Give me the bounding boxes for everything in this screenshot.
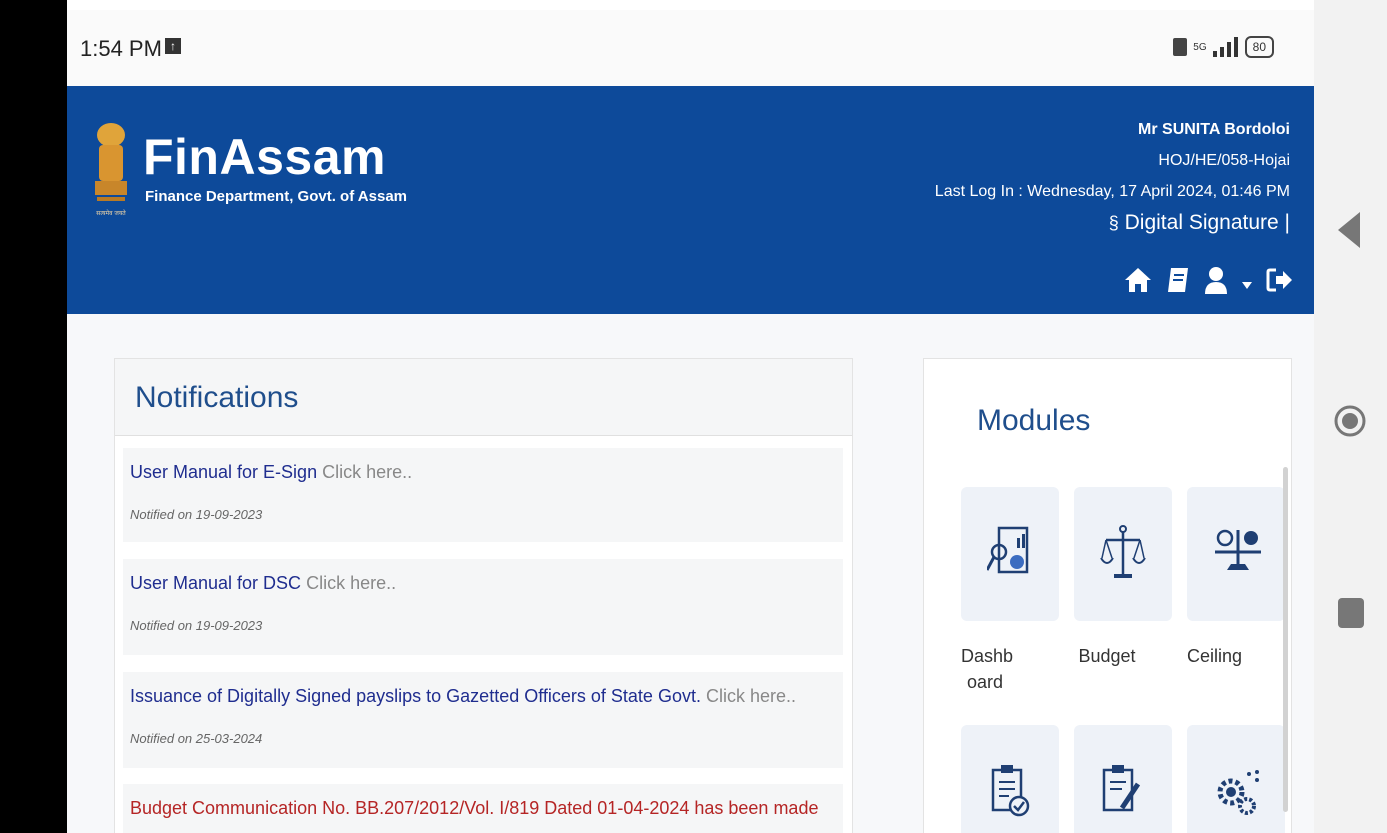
digital-signature-label: Digital Signature | [1124,211,1290,234]
status-time: 1:54 PM [80,36,162,61]
module-tile-budget[interactable] [1074,487,1172,621]
digital-signature-link[interactable]: § Digital Signature | [935,207,1290,239]
sim-icon [1173,38,1188,56]
notification-item: User Manual for DSC Click here.. Notifie… [123,559,843,655]
module-label-line: Dashb [961,646,1014,666]
module-label-line: Ceiling [1187,646,1243,666]
notification-text: User Manual for E-Sign Click here.. [130,462,412,483]
edit-document-icon [1102,765,1141,812]
notification-item: User Manual for E-Sign Click here.. Noti… [123,448,843,542]
notification-title[interactable]: Budget Communication No. BB.207/2012/Vol… [130,798,818,818]
notification-title: User Manual for DSC [130,573,302,593]
home-circle-icon[interactable] [1334,405,1366,437]
status-bar: 1:54 PM ↑ 5G 80 [67,10,1314,86]
click-here-link[interactable]: Click here.. [322,462,412,482]
app-header: सत्यमेव जयते FinAssam Finance Department… [67,86,1314,314]
user-icon[interactable] [1204,266,1228,294]
notification-title: User Manual for E-Sign [130,462,318,482]
module-label-line: oard [966,672,1004,692]
click-here-link[interactable]: Click here.. [306,573,396,593]
module-tile-edit-document[interactable] [1074,725,1172,833]
notification-text: Budget Communication No. BB.207/2012/Vol… [130,798,818,819]
brand-subtitle: Finance Department, Govt. of Assam [145,188,408,205]
book-icon[interactable] [1166,266,1190,294]
back-icon[interactable] [1338,212,1362,248]
ceiling-scale-icon [1215,529,1261,570]
network-type: 5G [1193,41,1207,53]
recents-icon[interactable] [1338,598,1364,628]
emblem-caption: सत्यमेव जयते [96,209,126,217]
left-black-border [0,0,67,833]
notification-text: Issuance of Digitally Signed payslips to… [130,686,796,707]
app-screen: 1:54 PM ↑ 5G 80 सत्यमेव जयते FinAssam Fi… [67,10,1314,833]
user-info: Mr SUNITA Bordoloi HOJ/HE/058-Hojai Last… [935,114,1290,239]
user-name: Mr SUNITA Bordoloi [1138,121,1290,138]
checklist-icon [991,765,1030,817]
battery-indicator: 80 [1244,36,1274,58]
module-label-budget: Budget [1074,643,1140,669]
android-nav-bar [1314,0,1387,833]
status-right-group: 5G 80 [1173,36,1274,58]
click-here-link[interactable]: Click here.. [706,686,796,706]
module-tile-ceiling[interactable] [1187,487,1285,621]
module-tile-dashboard[interactable] [961,487,1059,621]
home-icon[interactable] [1124,267,1152,293]
notification-text: User Manual for DSC Click here.. [130,573,396,594]
notification-date: Notified on 19-09-2023 [130,507,263,522]
header-icon-bar [1124,266,1294,294]
brand-name: FinAssam [143,129,386,185]
modules-title: Modules [977,404,1091,437]
dashboard-icon [987,526,1029,574]
module-label-dashboard: Dashb oard [961,643,1013,695]
notification-title: Issuance of Digitally Signed payslips to… [130,686,701,706]
notification-item: Budget Communication No. BB.207/2012/Vol… [123,784,843,833]
state-emblem-icon: सत्यमेव जयते [95,123,127,217]
office-code: HOJ/HE/058-Hojai [1158,152,1290,169]
modules-scrollbar[interactable] [1283,467,1288,812]
caret-down-icon[interactable] [1242,282,1252,290]
signal-icon [1212,37,1238,57]
upload-notification-icon: ↑ [165,38,181,54]
notification-date: Notified on 25-03-2024 [130,731,263,746]
module-tile-settings[interactable] [1187,725,1285,833]
module-label-ceiling: Ceiling [1187,643,1242,669]
logout-icon[interactable] [1266,267,1294,293]
notifications-title: Notifications [135,381,299,414]
modules-panel: Modules Dashb oard Budget Ceiling [923,358,1292,833]
module-label-line: Budget [1078,646,1136,666]
budget-scale-icon [1100,525,1146,578]
notification-item: Issuance of Digitally Signed payslips to… [123,672,843,768]
module-tile-checklist[interactable] [961,725,1059,833]
signature-icon: § [1108,213,1119,233]
notification-date: Notified on 19-09-2023 [130,618,263,633]
settings-gears-icon [1217,770,1259,815]
notifications-panel: Notifications User Manual for E-Sign Cli… [114,358,853,833]
last-login: Last Log In : Wednesday, 17 April 2024, … [934,183,1290,200]
